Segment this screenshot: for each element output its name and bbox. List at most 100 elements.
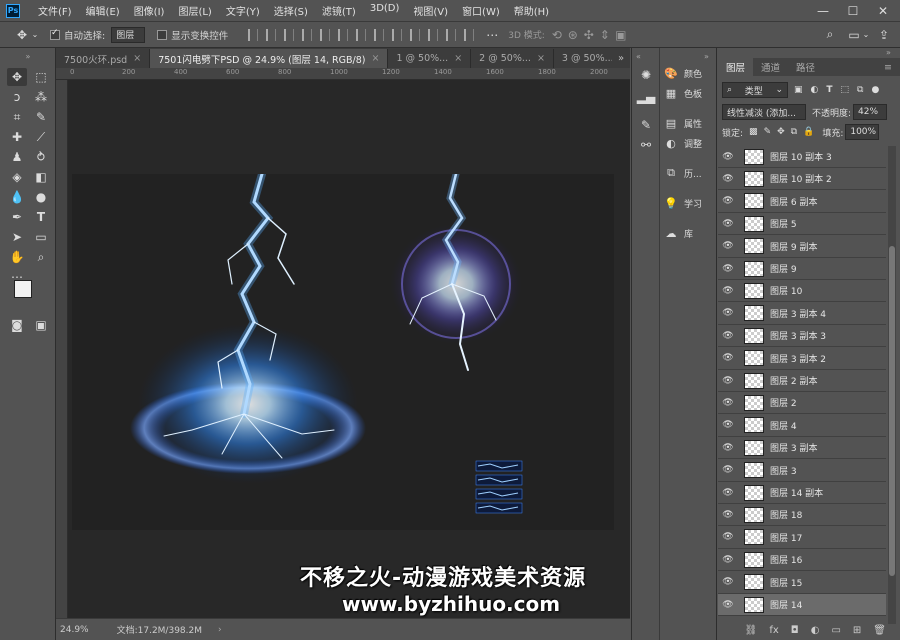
eraser-tool-icon[interactable]: ◈: [7, 168, 27, 186]
canvas-area[interactable]: [68, 80, 630, 618]
visibility-eye-icon[interactable]: 👁: [718, 264, 738, 274]
rectangle-tool-icon[interactable]: ▭: [31, 228, 51, 246]
3d-scale-icon[interactable]: ▣: [613, 27, 629, 43]
3d-orbit-icon[interactable]: ⟲: [549, 27, 565, 43]
lock-artboard-icon[interactable]: ⧉: [791, 127, 797, 137]
history-brush-icon[interactable]: ⥁: [31, 148, 51, 166]
layer-row[interactable]: 👁 图层 16: [718, 549, 886, 572]
document-tab[interactable]: 1 @ 50%... ×: [388, 49, 472, 68]
visibility-eye-icon[interactable]: 👁: [718, 398, 738, 408]
3d-roll-icon[interactable]: ⊛: [565, 27, 581, 43]
layer-row[interactable]: 👁 图层 6 副本: [718, 191, 886, 213]
search-icon[interactable]: ⌕: [822, 27, 838, 43]
menu-item[interactable]: 文件(F): [38, 3, 72, 18]
lock-pixels-icon[interactable]: ✎: [764, 127, 772, 137]
collapse-left-icon[interactable]: «: [636, 52, 641, 61]
collapse-right-icon[interactable]: »: [886, 48, 891, 57]
panel-adjustments[interactable]: ◐ 调整: [664, 136, 702, 150]
panel-libraries[interactable]: ☁ 库: [664, 226, 694, 240]
layer-row[interactable]: 👁 图层 2 副本: [718, 370, 886, 392]
minimize-icon[interactable]: —: [808, 0, 838, 22]
distribute-right-icon[interactable]: [446, 28, 457, 41]
menu-item[interactable]: 编辑(E): [86, 3, 120, 18]
delete-layer-icon[interactable]: 🗑: [873, 625, 886, 636]
healing-brush-icon[interactable]: ✚: [7, 128, 27, 146]
layer-row[interactable]: 👁 图层 9: [718, 258, 886, 280]
menu-item[interactable]: 滤镜(T): [322, 3, 356, 18]
opacity-field[interactable]: 42%: [853, 104, 888, 120]
visibility-eye-icon[interactable]: 👁: [718, 152, 738, 162]
layer-style-icon[interactable]: fx: [769, 625, 778, 636]
layer-row[interactable]: 👁 图层 3 副本 4: [718, 303, 886, 325]
visibility-eye-icon[interactable]: 👁: [718, 331, 738, 341]
layer-row[interactable]: 👁 图层 3 副本 3: [718, 325, 886, 348]
tab-paths[interactable]: 路径: [788, 58, 823, 76]
lock-all-icon[interactable]: 🔒: [803, 127, 814, 137]
workspace-chevron-icon[interactable]: ⌄: [862, 27, 870, 43]
layers-scrollbar[interactable]: [888, 146, 896, 624]
close-tab-icon[interactable]: ×: [537, 53, 545, 64]
layer-row[interactable]: 👁 图层 3: [718, 460, 886, 482]
layer-row[interactable]: 👁 图层 4: [718, 415, 886, 437]
auto-select-dropdown[interactable]: 图层: [111, 26, 146, 43]
hand-tool-icon[interactable]: ✋: [7, 248, 27, 266]
layer-row[interactable]: 👁 图层 9 副本: [718, 236, 886, 258]
visibility-eye-icon[interactable]: 👁: [718, 308, 738, 318]
brush-settings-icon[interactable]: ✎: [636, 116, 656, 134]
new-adjustment-icon[interactable]: ◐: [811, 625, 820, 636]
panel-properties[interactable]: ▤ 属性: [664, 116, 702, 130]
show-transform-toggle[interactable]: 显示变换控件: [157, 28, 228, 42]
link-layers-icon[interactable]: ⛓: [745, 625, 758, 636]
auto-select-checkbox[interactable]: [50, 28, 60, 40]
menu-item[interactable]: 视图(V): [413, 3, 448, 18]
brush-tool-icon[interactable]: ⟋: [31, 128, 51, 146]
distribute-bottom-icon[interactable]: [392, 28, 403, 41]
filter-kind-dropdown[interactable]: ⌕ 类型 ⌄: [722, 82, 788, 98]
lasso-tool-icon[interactable]: ↄ: [7, 88, 27, 106]
align-vcenter-icon[interactable]: [320, 28, 331, 41]
3d-pan-icon[interactable]: ✣: [581, 27, 597, 43]
lock-position-icon[interactable]: ✥: [777, 127, 785, 137]
visibility-eye-icon[interactable]: 👁: [718, 510, 738, 520]
path-selection-icon[interactable]: ➤: [7, 228, 27, 246]
filter-type-icon[interactable]: T: [826, 85, 832, 95]
move-tool-icon[interactable]: ✥: [7, 68, 27, 86]
layer-row[interactable]: 👁 图层 3 副本: [718, 437, 886, 460]
panel-history[interactable]: ⧉ 历...: [664, 166, 702, 180]
visibility-eye-icon[interactable]: 👁: [718, 555, 738, 565]
visibility-eye-icon[interactable]: 👁: [718, 532, 738, 542]
distribute-vcenter-icon[interactable]: [374, 28, 385, 41]
visibility-eye-icon[interactable]: 👁: [718, 465, 738, 475]
share-icon[interactable]: ⇪: [876, 27, 892, 43]
distribute-left-icon[interactable]: [410, 28, 421, 41]
layer-row[interactable]: 👁 图层 10 副本 3: [718, 146, 886, 168]
distribute-top-icon[interactable]: [356, 28, 367, 41]
crop-tool-icon[interactable]: ⌗: [7, 108, 27, 126]
visibility-eye-icon[interactable]: 👁: [718, 196, 738, 206]
menu-item[interactable]: 文字(Y): [226, 3, 260, 18]
zoom-tool-icon[interactable]: ⌕: [31, 248, 51, 266]
quick-mask-icon[interactable]: ◙: [7, 316, 27, 334]
layer-row[interactable]: 👁 图层 5: [718, 213, 886, 236]
menu-item[interactable]: 3D(D): [370, 3, 400, 18]
tab-layers[interactable]: 图层: [718, 58, 754, 76]
more-options-icon[interactable]: ⋯: [484, 27, 500, 43]
filter-smart-icon[interactable]: ⧉: [857, 85, 863, 95]
magic-wand-icon[interactable]: ⁂: [31, 88, 51, 106]
align-top-icon[interactable]: [302, 28, 313, 41]
eyedropper-icon[interactable]: ✎: [31, 108, 51, 126]
document-tab[interactable]: 2 @ 50%... ×: [471, 49, 554, 68]
visibility-eye-icon[interactable]: 👁: [718, 241, 738, 251]
layer-row[interactable]: 👁 图层 10: [718, 280, 886, 303]
layer-row[interactable]: 👁 图层 2: [718, 392, 886, 415]
move-tool-icon[interactable]: ✥: [14, 27, 30, 43]
document-canvas[interactable]: [72, 170, 614, 530]
document-tab[interactable]: 7501闪电劈下PSD @ 24.9% (图层 14, RGB/8) ×: [150, 49, 389, 68]
align-hcenter-icon[interactable]: [266, 28, 277, 41]
layer-row[interactable]: 👁 图层 17: [718, 527, 886, 549]
layer-row[interactable]: 👁 图层 10 副本 2: [718, 168, 886, 191]
layer-row[interactable]: 👁 图层 14 副本: [718, 482, 886, 504]
menu-item[interactable]: 图像(I): [134, 3, 165, 18]
panel-menu-icon[interactable]: ≡: [876, 58, 900, 76]
layer-row[interactable]: 👁 图层 15: [718, 572, 886, 594]
